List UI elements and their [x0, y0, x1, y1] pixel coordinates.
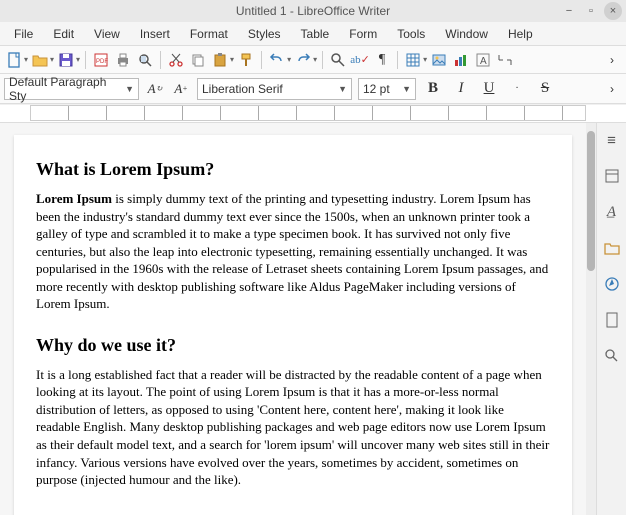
- chevron-down-icon[interactable]: ▾: [313, 55, 317, 64]
- menu-edit[interactable]: Edit: [43, 24, 84, 44]
- close-button[interactable]: ×: [604, 2, 622, 20]
- page-panel-icon[interactable]: [601, 309, 623, 331]
- chevron-down-icon: ▼: [396, 84, 411, 94]
- menu-styles[interactable]: Styles: [238, 24, 291, 44]
- navigator-panel-icon[interactable]: [601, 273, 623, 295]
- open-folder-icon[interactable]: [30, 50, 50, 70]
- redo-icon[interactable]: [293, 50, 313, 70]
- paragraph-style-combo[interactable]: Default Paragraph Sty ▼: [4, 78, 139, 100]
- chevron-down-icon[interactable]: ▾: [76, 55, 80, 64]
- new-style-icon[interactable]: A+: [171, 79, 191, 99]
- font-name-combo[interactable]: Liberation Serif ▼: [197, 78, 352, 100]
- chevron-down-icon[interactable]: ▾: [50, 55, 54, 64]
- document-page[interactable]: What is Lorem Ipsum? Lorem Ipsum is simp…: [14, 135, 572, 515]
- style-inspector-icon[interactable]: [601, 345, 623, 367]
- overflow-icon[interactable]: ›: [602, 50, 622, 70]
- special-char-icon[interactable]: A: [473, 50, 493, 70]
- maximize-button[interactable]: ▫: [582, 2, 600, 20]
- standard-toolbar: ▾ ▾ ▾ PDF ▾ ▾ ▾ ab✓ ¶ ▾: [0, 46, 626, 74]
- new-document-icon[interactable]: [4, 50, 24, 70]
- update-style-icon[interactable]: A↻: [145, 79, 165, 99]
- insert-image-icon[interactable]: [429, 50, 449, 70]
- chevron-down-icon[interactable]: ▾: [287, 55, 291, 64]
- minimize-button[interactable]: −: [560, 2, 578, 20]
- title-bar: Untitled 1 - LibreOffice Writer − ▫ ×: [0, 0, 626, 22]
- svg-text:PDF: PDF: [96, 59, 108, 65]
- chevron-down-icon: ▼: [119, 84, 134, 94]
- menu-help[interactable]: Help: [498, 24, 543, 44]
- properties-panel-icon[interactable]: [601, 165, 623, 187]
- menu-insert[interactable]: Insert: [130, 24, 180, 44]
- chevron-down-icon: ▼: [332, 84, 347, 94]
- overflow-icon[interactable]: ›: [602, 79, 622, 99]
- chevron-down-icon[interactable]: ▾: [24, 55, 28, 64]
- paragraph-2: It is a long established fact that a rea…: [36, 366, 550, 489]
- chevron-down-icon[interactable]: ▾: [230, 55, 234, 64]
- underline-button[interactable]: U: [478, 78, 500, 100]
- strike-button[interactable]: S: [534, 78, 556, 100]
- sidebar-menu-icon[interactable]: ≡: [601, 129, 623, 151]
- menu-format[interactable]: Format: [180, 24, 238, 44]
- insert-chart-icon[interactable]: [451, 50, 471, 70]
- window-title: Untitled 1 - LibreOffice Writer: [236, 4, 390, 18]
- menu-bar: File Edit View Insert Format Styles Tabl…: [0, 22, 626, 46]
- menu-file[interactable]: File: [4, 24, 43, 44]
- cut-icon[interactable]: [166, 50, 186, 70]
- page-break-icon[interactable]: [495, 50, 515, 70]
- save-icon[interactable]: [56, 50, 76, 70]
- sidebar: ≡ A̲: [596, 123, 626, 515]
- chevron-down-icon[interactable]: ▾: [423, 55, 427, 64]
- find-replace-icon[interactable]: [328, 50, 348, 70]
- insert-table-icon[interactable]: [403, 50, 423, 70]
- nonprinting-icon[interactable]: ¶: [372, 50, 392, 70]
- italic-button[interactable]: I: [450, 78, 472, 100]
- font-size-combo[interactable]: 12 pt ▼: [358, 78, 416, 100]
- heading-2: Why do we use it?: [36, 335, 550, 356]
- scrollbar-thumb[interactable]: [587, 131, 595, 271]
- styles-panel-icon[interactable]: A̲: [601, 201, 623, 223]
- menu-window[interactable]: Window: [435, 24, 498, 44]
- menu-view[interactable]: View: [84, 24, 130, 44]
- svg-text:A: A: [480, 56, 487, 67]
- menu-form[interactable]: Form: [339, 24, 387, 44]
- bold-button[interactable]: B: [422, 78, 444, 100]
- menu-tools[interactable]: Tools: [387, 24, 435, 44]
- document-area[interactable]: What is Lorem Ipsum? Lorem Ipsum is simp…: [0, 123, 586, 515]
- spellcheck-icon[interactable]: ab✓: [350, 50, 370, 70]
- print-preview-icon[interactable]: [135, 50, 155, 70]
- print-icon[interactable]: [113, 50, 133, 70]
- undo-icon[interactable]: [267, 50, 287, 70]
- vertical-scrollbar[interactable]: [586, 123, 596, 515]
- format-toolbar: Default Paragraph Sty ▼ A↻ A+ Liberation…: [0, 74, 626, 104]
- paragraph-1: Lorem Ipsum is simply dummy text of the …: [36, 190, 550, 313]
- paste-icon[interactable]: [210, 50, 230, 70]
- export-pdf-icon[interactable]: PDF: [91, 50, 111, 70]
- horizontal-ruler[interactable]: [0, 105, 626, 123]
- copy-icon[interactable]: [188, 50, 208, 70]
- heading-1: What is Lorem Ipsum?: [36, 159, 550, 180]
- menu-table[interactable]: Table: [291, 24, 340, 44]
- clone-format-icon[interactable]: [236, 50, 256, 70]
- gallery-panel-icon[interactable]: [601, 237, 623, 259]
